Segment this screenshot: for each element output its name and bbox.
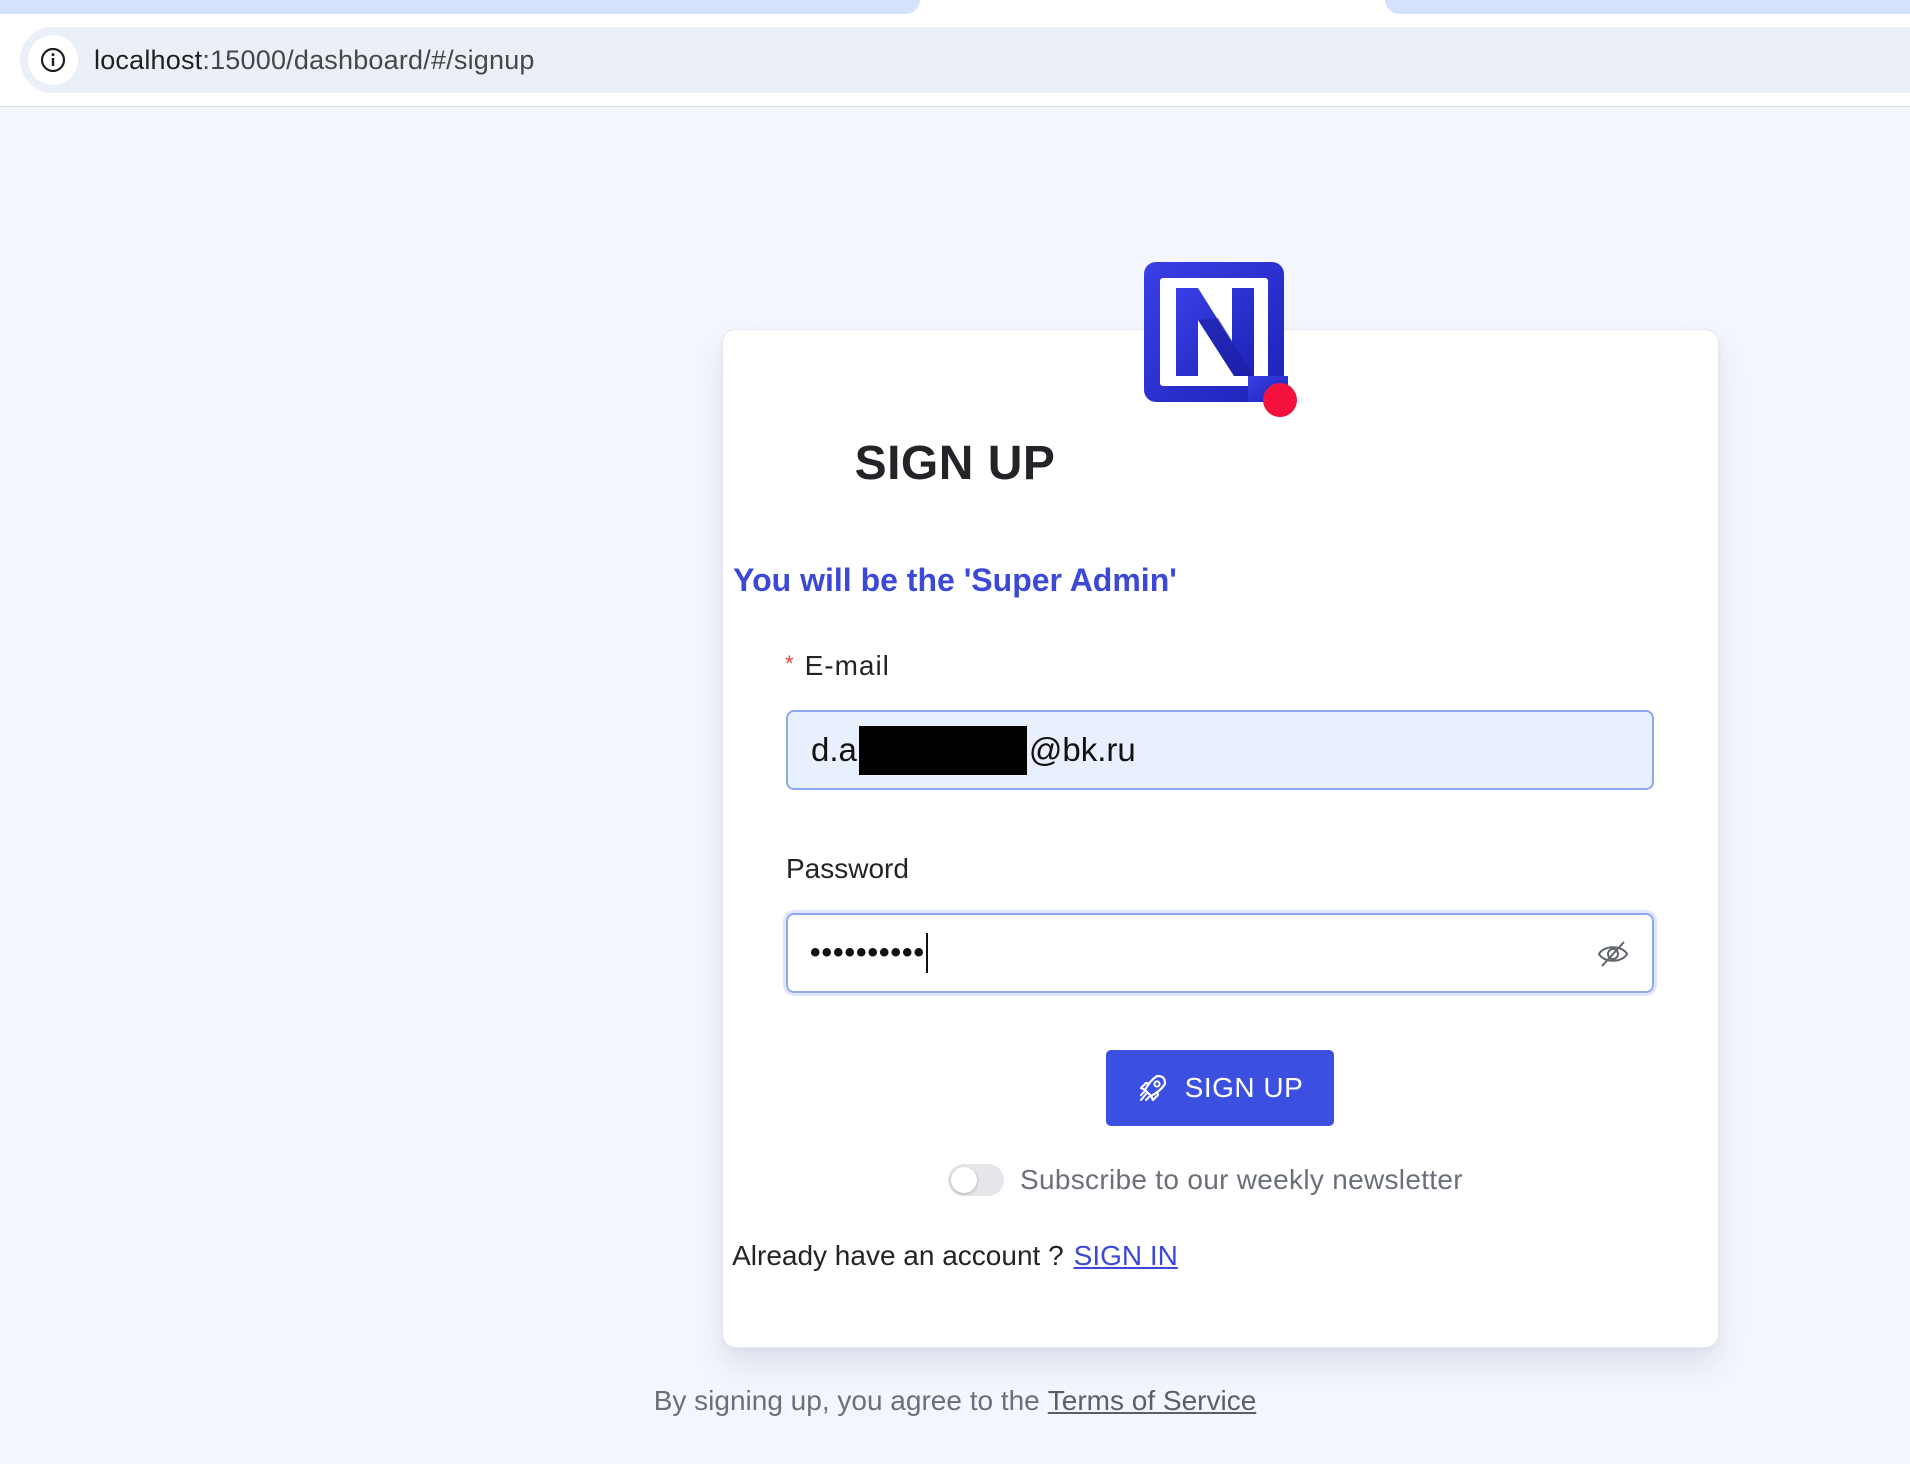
page-title: SIGN UP <box>854 437 1056 490</box>
url-path: :15000/dashboard/#/signup <box>202 44 535 75</box>
newsletter-label: Subscribe to our weekly newsletter <box>1020 1164 1463 1195</box>
sign-up-button[interactable]: SIGN UP <box>1106 1050 1334 1126</box>
site-info-button[interactable] <box>28 35 78 85</box>
sign-in-prompt: Already have an account ? SIGN IN <box>0 1240 1910 1272</box>
email-value: d.a @bk.ru <box>811 725 1136 775</box>
email-value-prefix: d.a <box>811 731 857 768</box>
newsletter-option: Subscribe to our weekly newsletter <box>948 1160 1463 1200</box>
toggle-knob <box>951 1167 977 1193</box>
newsletter-toggle[interactable] <box>948 1164 1004 1196</box>
email-field[interactable]: d.a @bk.ru <box>786 710 1654 790</box>
terms-prefix: By signing up, you agree to the <box>653 1385 1040 1416</box>
terms-notice: By signing up, you agree to the Terms of … <box>0 1385 1910 1417</box>
redaction-block <box>858 725 1027 775</box>
sign-in-link[interactable]: SIGN IN <box>1074 1240 1178 1271</box>
email-value-suffix: @bk.ru <box>1028 731 1136 768</box>
url-host: localhost <box>94 44 203 75</box>
toggle-password-visibility-icon[interactable] <box>1596 939 1630 969</box>
browser-tab-right[interactable] <box>1385 0 1910 14</box>
info-icon <box>40 47 66 73</box>
browser-chrome: localhost:15000/dashboard/#/signup <box>0 0 1910 107</box>
email-label: * E-mail <box>785 650 890 682</box>
browser-tab-left[interactable] <box>0 0 920 14</box>
password-label: Password <box>786 853 909 884</box>
password-value: •••••••••• <box>810 936 926 969</box>
email-label-text: E-mail <box>804 650 890 681</box>
terms-of-service-link[interactable]: Terms of Service <box>1048 1385 1257 1416</box>
required-mark: * <box>785 651 795 676</box>
rocket-icon <box>1139 1074 1166 1102</box>
app-logo <box>1144 262 1297 417</box>
text-caret <box>926 933 929 973</box>
password-field[interactable]: •••••••••• <box>786 913 1654 993</box>
address-bar[interactable]: localhost:15000/dashboard/#/signup <box>20 27 1910 93</box>
super-admin-notice: You will be the 'Super Admin' <box>733 562 1177 598</box>
already-have-account-text: Already have an account ? <box>732 1240 1064 1271</box>
sign-up-button-label: SIGN UP <box>1184 1072 1304 1103</box>
url-text[interactable]: localhost:15000/dashboard/#/signup <box>94 45 535 76</box>
